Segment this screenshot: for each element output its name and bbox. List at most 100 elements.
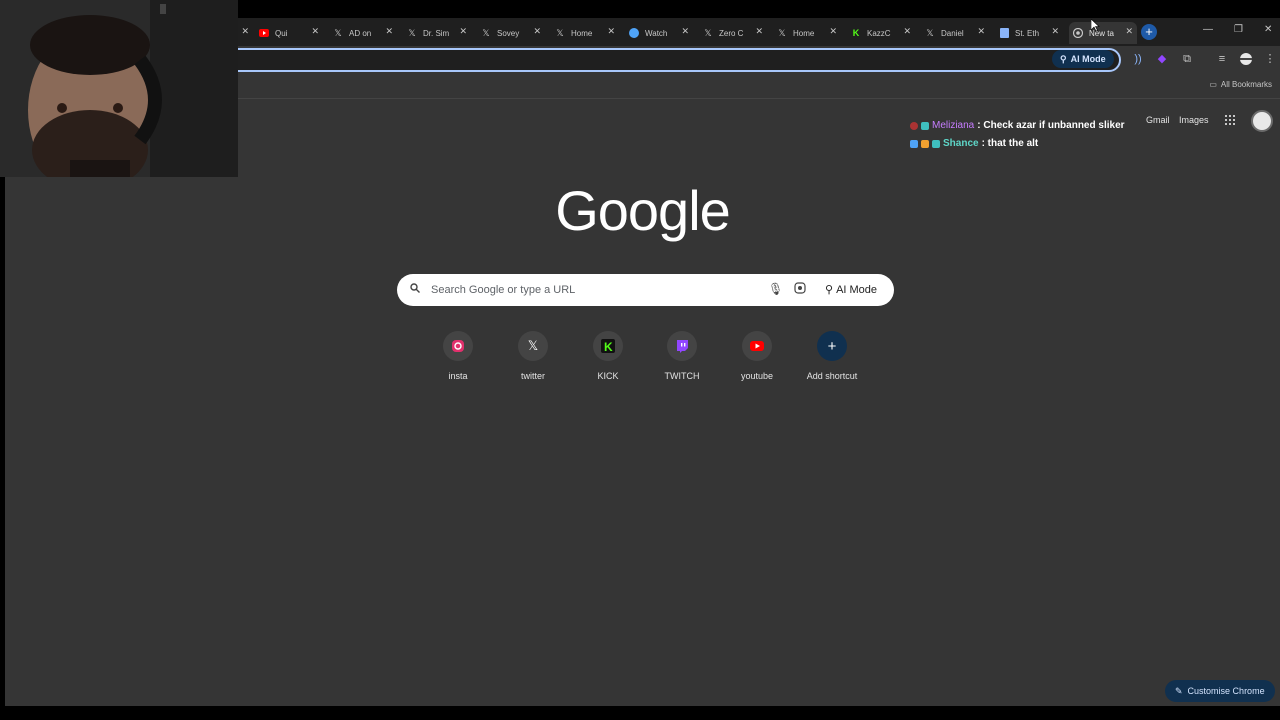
- google-logo: Google: [555, 179, 731, 242]
- badge-icon: [921, 121, 929, 130]
- extension-shield-icon[interactable]: ◆: [1155, 52, 1169, 66]
- search-icon: [410, 283, 420, 293]
- shortcut-label: TWITCH: [664, 371, 700, 381]
- youtube-icon: [742, 331, 772, 361]
- shortcut-tile[interactable]: youtube: [722, 331, 792, 381]
- tab-item[interactable]: Qui ✕: [255, 22, 323, 44]
- tab-title: Watch: [645, 28, 668, 38]
- close-icon[interactable]: ✕: [385, 26, 393, 37]
- ai-search-icon: ⚲: [825, 284, 834, 296]
- tab-item-active[interactable]: New ta ✕: [1069, 22, 1137, 44]
- shortcut-label: insta: [448, 371, 468, 381]
- badge-icon: [910, 121, 918, 130]
- chat-message: Meliziana : Check azar if unbanned slike…: [910, 120, 1125, 131]
- lens-camera-icon[interactable]: [794, 282, 806, 294]
- close-icon[interactable]: ✕: [903, 26, 911, 37]
- close-window-icon[interactable]: ✕: [1264, 24, 1272, 35]
- pencil-icon: ✎: [1175, 685, 1183, 696]
- x-icon: 𝕏: [482, 27, 490, 38]
- x-icon: 𝕏: [334, 27, 342, 38]
- close-icon[interactable]: ✕: [533, 26, 541, 37]
- shortcut-tile[interactable]: 𝕏 twitter: [498, 331, 568, 381]
- instagram-icon: [443, 331, 473, 361]
- shortcut-tile[interactable]: K KICK: [573, 331, 643, 381]
- x-icon: 𝕏: [556, 27, 564, 38]
- youtube-icon: [259, 28, 269, 38]
- webcam-overlay: [0, 0, 238, 177]
- customise-chrome-button[interactable]: ✎ Customise Chrome: [1165, 680, 1275, 702]
- minimize-icon[interactable]: —: [1203, 24, 1213, 35]
- customise-label: Customise Chrome: [1187, 686, 1265, 696]
- ai-search-icon: ⚲: [1060, 53, 1067, 64]
- close-icon[interactable]: ✕: [241, 26, 249, 37]
- shortcut-tile[interactable]: TWITCH: [647, 331, 717, 381]
- restore-icon[interactable]: ❐: [1234, 24, 1243, 35]
- chat-text: : that the alt: [981, 138, 1039, 149]
- tab-title: St. Eth: [1015, 28, 1040, 38]
- tab-item[interactable]: 𝕏 AD on ✕: [329, 22, 397, 44]
- close-icon[interactable]: ✕: [1051, 26, 1059, 37]
- menu-dots-icon[interactable]: ⋮: [1263, 52, 1277, 66]
- tab-item[interactable]: 𝕏 Dr. Sim ✕: [403, 22, 471, 44]
- twitch-icon: [667, 331, 697, 361]
- close-icon[interactable]: ✕: [311, 26, 319, 37]
- microphone-icon[interactable]: 🎙: [768, 282, 783, 296]
- plus-icon: +: [817, 331, 847, 361]
- ai-mode-label: AI Mode: [1070, 54, 1106, 64]
- close-icon[interactable]: ✕: [459, 26, 467, 37]
- extensions-puzzle-icon[interactable]: ⧉: [1180, 52, 1194, 66]
- tab-item[interactable]: 𝕏 Sovey ✕: [477, 22, 545, 44]
- tab-title: Sovey: [497, 28, 520, 38]
- x-icon: 𝕏: [926, 27, 934, 38]
- tab-item[interactable]: Watch ✕: [625, 22, 693, 44]
- tab-title: Dr. Sim: [423, 28, 450, 38]
- close-icon[interactable]: ✕: [755, 26, 763, 37]
- x-icon: 𝕏: [704, 27, 712, 38]
- close-icon[interactable]: ✕: [977, 26, 985, 37]
- search-box[interactable]: Search Google or type a URL 🎙 ⚲ AI Mode: [397, 274, 894, 306]
- close-icon[interactable]: ✕: [681, 26, 689, 37]
- close-icon[interactable]: ✕: [1125, 26, 1133, 37]
- x-icon: 𝕏: [518, 331, 548, 361]
- close-icon[interactable]: ✕: [607, 26, 615, 37]
- tab-title: Home: [793, 28, 815, 38]
- watch-icon: [629, 28, 639, 38]
- chat-username: Meliziana: [932, 120, 975, 131]
- kick-icon: K: [852, 28, 860, 38]
- tab-item[interactable]: St. Eth ✕: [995, 22, 1063, 44]
- profile-icon[interactable]: [1239, 52, 1253, 66]
- extension-audio-icon[interactable]: )): [1131, 52, 1145, 66]
- kick-icon: K: [593, 331, 623, 361]
- tab-title: Zero C: [719, 28, 744, 38]
- tab-item[interactable]: 𝕏 Daniel ✕: [921, 22, 989, 44]
- tab-item[interactable]: 𝕏 Home ✕: [773, 22, 841, 44]
- tab-item[interactable]: 𝕏 Zero C ✕: [699, 22, 767, 44]
- all-bookmarks-label: All Bookmarks: [1220, 80, 1272, 89]
- tab-title: KazzC: [867, 28, 891, 38]
- add-shortcut-tile[interactable]: + Add shortcut: [797, 331, 867, 381]
- shortcut-label: youtube: [740, 371, 774, 381]
- tab-item[interactable]: K KazzC ✕: [847, 22, 915, 44]
- search-ai-mode-button[interactable]: ⚲ AI Mode: [825, 283, 878, 297]
- apps-grid-icon[interactable]: [1225, 115, 1235, 125]
- search-ai-mode-label: AI Mode: [836, 283, 878, 296]
- streamer-webcam-image: [0, 0, 238, 177]
- close-icon[interactable]: ✕: [829, 26, 837, 37]
- tab-title: Home: [571, 28, 593, 38]
- images-link[interactable]: Images: [1179, 115, 1209, 125]
- avatar[interactable]: [1251, 110, 1273, 132]
- tab-title: AD on: [349, 28, 372, 38]
- chat-message: Shance : that the alt: [910, 138, 1038, 149]
- gmail-link[interactable]: Gmail: [1146, 115, 1170, 125]
- new-tab-button[interactable]: +: [1141, 24, 1157, 40]
- search-input[interactable]: Search Google or type a URL: [431, 284, 575, 296]
- ai-mode-button[interactable]: ⚲ AI Mode: [1052, 50, 1114, 68]
- shortcut-label: Add shortcut: [806, 371, 858, 381]
- badge-icon: [932, 139, 940, 148]
- media-control-icon[interactable]: ≡: [1215, 52, 1229, 66]
- tab-item[interactable]: 𝕏 Home ✕: [551, 22, 619, 44]
- all-bookmarks-button[interactable]: ▭ All Bookmarks: [1209, 80, 1272, 89]
- svg-text:K: K: [604, 340, 613, 353]
- shortcut-tile[interactable]: insta: [423, 331, 493, 381]
- tab-title: Qui: [275, 28, 288, 38]
